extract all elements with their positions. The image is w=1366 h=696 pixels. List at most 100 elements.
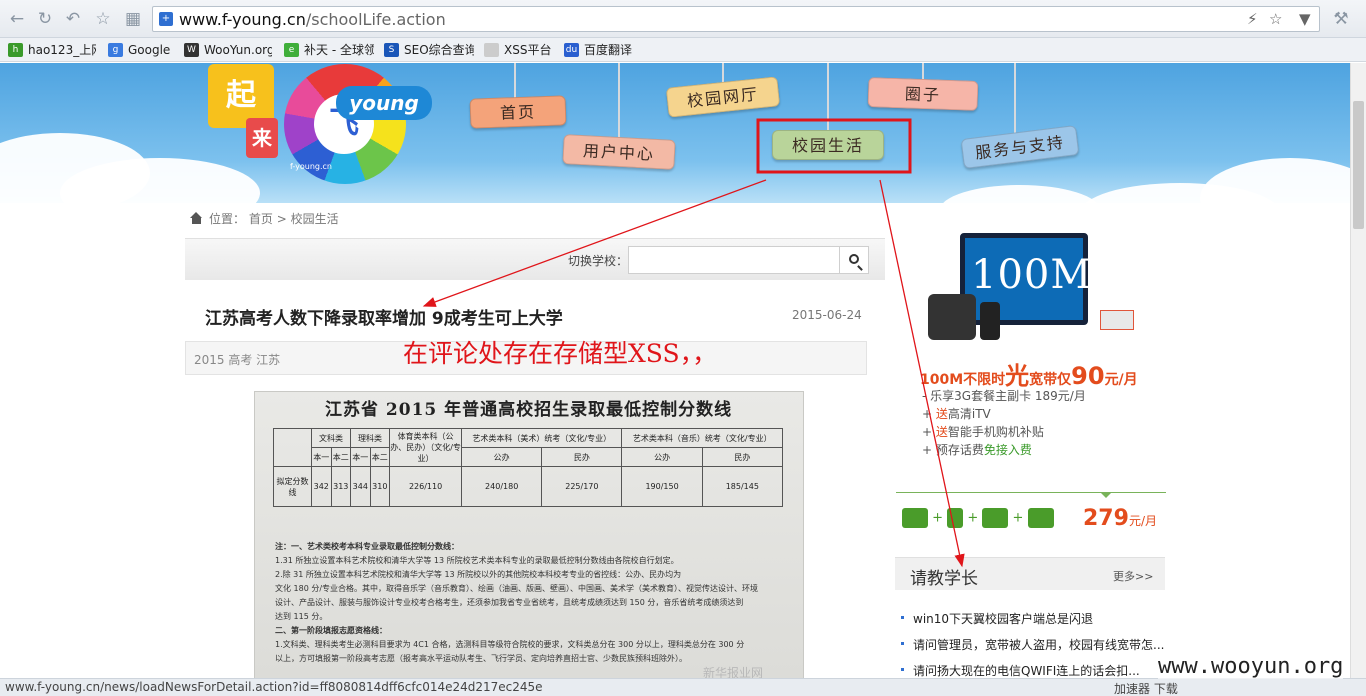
bookmark-star-icon[interactable]: ☆ [1269, 10, 1282, 28]
breadcrumb-current[interactable]: 校园生活 [291, 212, 339, 226]
logo-young-text: young [336, 86, 432, 120]
search-button[interactable] [839, 246, 869, 274]
page-icon [484, 43, 499, 57]
article-title[interactable]: 江苏高考人数下降录取率增加 9成考生可上大学 [205, 304, 563, 329]
ask-senior-title: 请教学长 [910, 569, 978, 589]
status-url: www.f-young.cn/news/loadNewsForDetail.ac… [5, 680, 543, 694]
ad-headline-text: 宽带仅 [1029, 372, 1072, 388]
dropdown-icon[interactable]: ▼ [1299, 10, 1311, 28]
desk-phone-icon [928, 294, 976, 340]
note-line: 1.文科类、理科类考生必测科目要求为 4C1 合格，选测科目等级符合院校的要求，… [275, 640, 745, 649]
note-line: 达到 115 分。 [275, 612, 328, 621]
tablet-icon [947, 508, 964, 528]
logo-domain: f-young.cn [290, 162, 332, 171]
ad-headline[interactable]: 100M不限时光宽带仅90元/月 [920, 356, 1138, 391]
bookmarks-bar: h hao123_上网 g Google W WooYun.org e 补天 - 全球领… [0, 38, 1366, 62]
switch-school-input[interactable] [628, 246, 840, 274]
undo-icon[interactable]: ↶ [62, 8, 84, 30]
star-icon[interactable]: ☆ [92, 8, 114, 30]
back-icon[interactable]: ← [6, 8, 28, 30]
breadcrumb-separator: > [276, 212, 287, 226]
breadcrumb: 位置： 首页 > 校园生活 [190, 210, 339, 227]
bookmark-hao123[interactable]: h hao123_上网 [8, 41, 96, 59]
breadcrumb-home-link[interactable]: 首页 [249, 212, 273, 226]
note-line: 文化 180 分/专业合格。其中，取得音乐学（音乐教育）、绘画（油画、版画、壁画… [275, 584, 759, 593]
ad-screen-text: 100M [971, 252, 1093, 298]
table-cell: 342 [311, 466, 332, 507]
article-date: 2015-06-24 [792, 308, 862, 322]
table-header: 体育类本科（公办、民办）（文化/专业） [389, 428, 463, 467]
note-line: 设计、产品设计、服装与服饰设计专业校考合格考生，还须参加我省专业省统考，且统考成… [275, 598, 744, 607]
search-icon [849, 254, 859, 264]
ask-list-item[interactable]: 请问管理员，宽带被人盗用，校园有线宽带怎... [900, 636, 1164, 653]
table-cell: 313 [330, 466, 352, 507]
bookmark-butian[interactable]: e 补天 - 全球领 [284, 41, 374, 59]
ad-divider-notch [1100, 492, 1112, 500]
ask-more-link[interactable]: 更多>> [1113, 568, 1153, 584]
bookmark-google[interactable]: g Google [108, 41, 178, 59]
sign-string [1014, 63, 1016, 133]
table-subheader: 公办 [461, 447, 543, 467]
ad-item: + 送智能手机购机补贴 [922, 425, 1044, 439]
ad-item: + 送高清iTV [922, 407, 991, 421]
lightning-icon[interactable]: ⚡ [1247, 10, 1258, 28]
sign-string [618, 63, 620, 139]
nav-user-center[interactable]: 用户中心 [562, 134, 676, 170]
baidu-icon: du [564, 43, 579, 57]
status-tools[interactable]: 加速器 下载 [1114, 680, 1178, 696]
image-notes: 注：一、艺术类校考本科专业录取最低控制分数线： 1.31 所独立设置本科艺术院校… [275, 540, 785, 666]
table-header: 文科类 [310, 428, 352, 448]
router-icon [1100, 310, 1134, 330]
nav-campus-life[interactable]: 校园生活 [772, 130, 884, 160]
image-title: 江苏省 2015 年普通高校招生录取最低控制分数线 [325, 400, 733, 420]
mobile-phone-icon [980, 302, 1000, 340]
telephone-icon [982, 508, 1009, 528]
address-bar[interactable]: + www.f-young.cn/schoolLife.action ⚡ ☆ ▼ [152, 6, 1320, 32]
note-line: 注：一、艺术类校考本科专业录取最低控制分数线： [275, 542, 459, 551]
nav-home[interactable]: 首页 [469, 95, 567, 129]
breadcrumb-prefix: 位置： [209, 212, 246, 226]
note-line: 1.31 所独立设置本科艺术院校和清华大学等 13 所院校艺术类本科专业的录取最… [275, 556, 679, 565]
table-subheader: 本一 [350, 447, 371, 467]
vertical-scrollbar[interactable] [1350, 63, 1366, 678]
bookmark-wooyun[interactable]: W WooYun.org [184, 41, 272, 59]
table-cell: 344 [350, 466, 371, 507]
ad-headline-big: 光 [1005, 362, 1030, 390]
sign-string [827, 63, 829, 131]
table-cell: 225/170 [541, 466, 623, 507]
nav-circle[interactable]: 圈子 [867, 77, 979, 111]
table-header: 艺术类本科（音乐）统考（文化/专业） [621, 428, 783, 448]
google-icon: g [108, 43, 123, 57]
ask-list-item[interactable]: win10下天翼校园客户端总是闪退 [900, 610, 1093, 627]
refresh-icon[interactable]: ↻ [34, 8, 56, 30]
address-text: www.f-young.cn/schoolLife.action [179, 10, 446, 29]
table-subheader: 本一 [311, 447, 332, 467]
ask-senior-header: 请教学长 更多>> [895, 557, 1165, 590]
table-cell: 310 [369, 466, 391, 507]
itv-icon [1027, 508, 1054, 528]
bookmark-baidu-fanyi[interactable]: du 百度翻译 [564, 41, 638, 59]
scrollbar-thumb[interactable] [1353, 101, 1364, 229]
ad-bundle-icons[interactable]: + + + [902, 508, 1054, 528]
site-header [0, 63, 1350, 203]
switch-school-label: 切换学校： [568, 254, 629, 268]
table-cell: 240/180 [461, 466, 543, 507]
note-line: 2.除 31 所独立设置本科艺术院校和清华大学等 13 所院校以外的其他院校本科… [275, 570, 682, 579]
table-subheader: 公办 [621, 447, 703, 467]
ad-price[interactable]: 279元/月 [1083, 506, 1157, 531]
ask-list-item[interactable]: 请问扬大现在的电信QWIFI连上的话会扣... [901, 662, 1140, 679]
bookmark-xss[interactable]: XSS平台 [484, 41, 554, 59]
table-subheader: 民办 [541, 447, 623, 467]
bookmark-seo[interactable]: S SEO综合查询 [384, 41, 474, 59]
table-row-label: 拟定分数线 [273, 466, 312, 507]
logo-badge-secondary: 来 [246, 118, 278, 158]
wooyun-icon: W [184, 43, 199, 57]
ad-headline-unit: 元/月 [1104, 372, 1138, 388]
table-subheader: 本二 [330, 447, 352, 467]
ad-headline-price: 90 [1071, 362, 1105, 390]
note-line: 二、第一阶段填报志愿资格线： [275, 626, 387, 635]
ad-divider [896, 492, 1166, 493]
tools-icon[interactable]: ⚒ [1330, 8, 1352, 30]
grid-icon[interactable]: ▦ [122, 8, 144, 30]
site-favicon: + [159, 12, 173, 26]
